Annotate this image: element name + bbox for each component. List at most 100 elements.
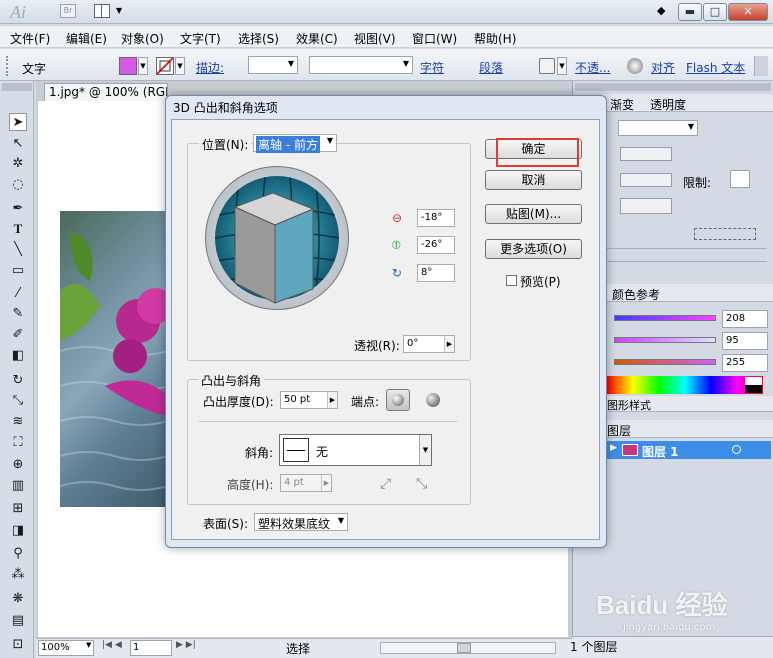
status-selection[interactable]: 选择 (286, 640, 310, 657)
bevel-out-icon[interactable]: ⤢ (380, 476, 391, 492)
bevel-dropdown-icon[interactable]: ▼ (419, 435, 431, 465)
blue-value[interactable]: 255 (722, 354, 768, 372)
red-value[interactable]: 208 (722, 310, 768, 328)
envelope-dropdown[interactable]: ▼ (557, 57, 567, 75)
menu-help[interactable]: 帮助(H) (474, 30, 516, 47)
position-select[interactable]: 离轴 - 前方 ▼ (253, 134, 337, 153)
fill-dropdown[interactable]: ▼ (138, 57, 148, 75)
dash-buttons[interactable] (620, 198, 672, 214)
eyedropper-tool-icon[interactable]: ⚲ (9, 545, 27, 563)
pen-tool-icon[interactable]: ✒ (9, 200, 27, 218)
tab-layers[interactable]: 图层 (607, 422, 631, 439)
menu-object[interactable]: 对象(O) (121, 30, 164, 47)
maximize-button[interactable]: □ (703, 3, 727, 21)
artboard-tool-icon[interactable]: ⊡ (9, 636, 27, 654)
expand-icon[interactable]: ▶ (610, 443, 617, 453)
font-family-field[interactable]: ▼ (309, 56, 413, 74)
black-white-swatch[interactable] (745, 377, 762, 393)
perspective-arrow-icon[interactable]: ▶ (444, 336, 454, 352)
paintbrush-tool-icon[interactable]: ⁄ (9, 285, 27, 303)
rectangle-tool-icon[interactable]: ▭ (9, 262, 27, 280)
height-arrow-icon[interactable]: ▶ (321, 475, 331, 491)
tab-gradient[interactable]: 渐变 (610, 96, 634, 113)
recolor-icon[interactable] (627, 58, 643, 74)
perspective-field[interactable]: 0° ▶ (403, 335, 455, 353)
green-value[interactable]: 95 (722, 332, 768, 350)
bevel-in-icon[interactable]: ⤡ (416, 476, 427, 492)
scale-tool-icon[interactable]: ⤡ (9, 392, 27, 410)
surface-select[interactable]: 塑料效果底纹 ▼ (254, 513, 348, 531)
rotate-tool-icon[interactable]: ↻ (9, 372, 27, 390)
next-page-icon[interactable]: ▶ ▶| (176, 640, 196, 650)
document-tab[interactable]: 1.jpg* @ 100% (RGB/预览) (44, 83, 168, 101)
window-chevron-icon[interactable]: ◆ (657, 4, 665, 17)
bevel-select[interactable]: 无 ▼ (279, 434, 432, 466)
cap-off-button[interactable] (426, 393, 440, 407)
flash-text-link[interactable]: Flash 文本 (686, 59, 745, 76)
chevron-down-icon[interactable]: ▼ (116, 6, 122, 15)
magic-wand-tool-icon[interactable]: ✲ (9, 155, 27, 173)
cancel-button[interactable]: 取消 (485, 170, 582, 190)
arrange-documents-icon[interactable] (94, 4, 110, 18)
symbol-sprayer-tool-icon[interactable]: ❋ (9, 590, 27, 608)
placed-photo[interactable] (60, 211, 168, 507)
menu-file[interactable]: 文件(F) (10, 30, 50, 47)
lasso-tool-icon[interactable]: ◌ (9, 176, 27, 194)
rotate-z-field[interactable]: 8° (417, 264, 455, 282)
shape-builder-tool-icon[interactable]: ⊕ (9, 456, 27, 474)
first-page-icon[interactable]: |◀ ◀ (102, 640, 122, 650)
zoom-dropdown-icon[interactable]: ▼ (86, 641, 91, 649)
direct-selection-tool-icon[interactable]: ↖ (9, 135, 27, 153)
dash-fields[interactable] (607, 248, 767, 262)
stroke-dropdown[interactable]: ▼ (175, 57, 185, 75)
depth-arrow-icon[interactable]: ▶ (327, 392, 337, 408)
menu-effect[interactable]: 效果(C) (296, 30, 338, 47)
column-graph-tool-icon[interactable]: ▤ (9, 612, 27, 630)
panel-menu-icon[interactable] (754, 56, 768, 76)
dash-preview[interactable] (694, 228, 756, 240)
cube-preview[interactable] (225, 185, 329, 305)
menu-view[interactable]: 视图(V) (354, 30, 396, 47)
menu-edit[interactable]: 编辑(E) (66, 30, 107, 47)
rotate-x-field[interactable]: -18° (417, 209, 455, 227)
char-link[interactable]: 字符 (420, 59, 444, 76)
eraser-tool-icon[interactable]: ◧ (9, 347, 27, 365)
limit-field[interactable] (730, 170, 750, 188)
para-link[interactable]: 段落 (479, 59, 503, 76)
stroke-link[interactable]: 描边: (196, 59, 224, 76)
minimize-button[interactable]: ▬ (678, 3, 702, 21)
color-spectrum[interactable] (607, 376, 763, 394)
mesh-tool-icon[interactable]: ⊞ (9, 500, 27, 518)
corner-buttons[interactable] (620, 173, 672, 187)
preview-checkbox[interactable] (506, 275, 517, 286)
map-art-button[interactable]: 贴图(M)... (485, 204, 582, 224)
gradient-type-dropdown[interactable]: ▼ (618, 120, 698, 136)
layer-target-icon[interactable] (732, 445, 741, 454)
menu-type[interactable]: 文字(T) (180, 30, 221, 47)
envelope-icon[interactable] (539, 58, 555, 74)
horizontal-scrollbar[interactable] (380, 642, 556, 654)
bridge-button[interactable]: Br (60, 4, 76, 18)
cap-on-button[interactable] (386, 389, 410, 411)
menu-window[interactable]: 窗口(W) (412, 30, 457, 47)
tab-color-guide[interactable]: 颜色参考 (612, 286, 660, 303)
align-link[interactable]: 对齐 (651, 59, 675, 76)
opacity-link[interactable]: 不透... (575, 59, 610, 76)
depth-field[interactable]: 50 pt ▶ (280, 391, 338, 409)
align-stroke-buttons[interactable] (620, 147, 672, 161)
layer-name[interactable]: 图层 1 (642, 443, 679, 460)
selection-tool-icon[interactable]: ➤ (9, 113, 27, 131)
tab-transparency[interactable]: 透明度 (650, 96, 686, 113)
blob-brush-tool-icon[interactable]: ✐ (9, 326, 27, 344)
red-slider[interactable] (614, 315, 716, 321)
height-field[interactable]: 4 pt ▶ (280, 474, 332, 492)
stroke-weight-field[interactable]: ▼ (248, 56, 298, 74)
graph-tool-icon[interactable]: ▥ (9, 477, 27, 495)
more-options-button[interactable]: 更多选项(O) (485, 239, 582, 259)
tab-graphic-style[interactable]: 图形样式 (607, 397, 651, 413)
fill-swatch[interactable] (119, 57, 137, 75)
stroke-swatch[interactable] (156, 57, 174, 75)
free-transform-tool-icon[interactable]: ⛶ (9, 434, 27, 452)
warp-tool-icon[interactable]: ≋ (9, 413, 27, 431)
page-field[interactable]: 1 (130, 640, 172, 656)
